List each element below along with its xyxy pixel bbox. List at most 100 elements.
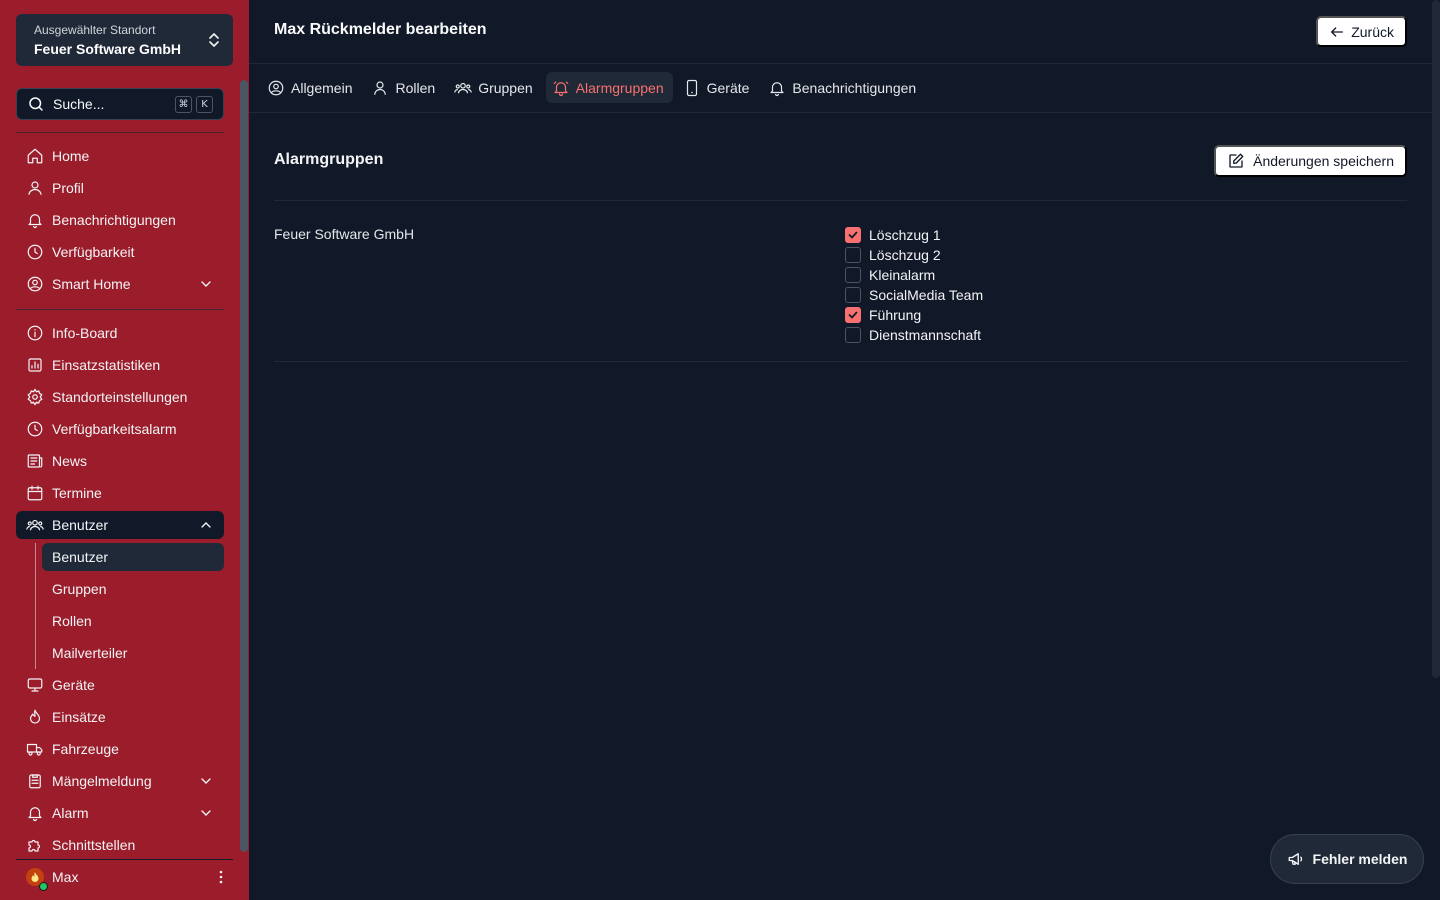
alarm-group-label: Kleinalarm: [869, 267, 936, 283]
megaphone-icon: [1288, 853, 1302, 865]
alarm-group-checkbox-row[interactable]: Kleinalarm: [845, 265, 983, 285]
truck-icon: [26, 743, 43, 756]
tab-general[interactable]: Allgemein: [261, 72, 361, 103]
sidebar-item-availability-alarm[interactable]: Verfügbarkeitsalarm: [16, 415, 224, 443]
checkbox-unchecked[interactable]: [845, 247, 861, 263]
sidebar-item-smart-home[interactable]: Smart Home: [16, 270, 224, 298]
sidebar-item-home[interactable]: Home: [16, 142, 224, 170]
tab-devices[interactable]: Geräte: [677, 72, 759, 103]
sidebar-item-label: Profil: [52, 180, 84, 196]
site-selector[interactable]: Ausgewählter Standort Feuer Software Gmb…: [16, 14, 233, 66]
clock-icon: [27, 244, 43, 260]
tab-label: Geräte: [706, 79, 750, 96]
users-group-icon: [454, 82, 473, 93]
sidebar-item-label: Fahrzeuge: [52, 741, 119, 757]
back-button-label: Zurück: [1351, 23, 1394, 40]
flame-logo-icon: [31, 871, 39, 882]
sidebar-item-label: Standorteinstellungen: [52, 389, 188, 405]
tab-groups[interactable]: Gruppen: [448, 72, 541, 103]
puzzle-icon: [28, 839, 41, 852]
sidebar-item-label: Benachrichtigungen: [52, 212, 176, 228]
gear-icon: [27, 388, 43, 406]
search-input[interactable]: Suche... ⌘ K: [16, 88, 224, 120]
sidebar-item-statistics[interactable]: Einsatzstatistiken: [16, 351, 224, 379]
sidebar-item-profile[interactable]: Profil: [16, 174, 224, 202]
alarm-group-checkbox-row[interactable]: Dienstmannschaft: [845, 325, 983, 345]
sidebar-item-label: Smart Home: [52, 276, 131, 292]
sidebar-item-info-board[interactable]: Info-Board: [16, 319, 224, 347]
sidebar-item-site-settings[interactable]: Standorteinstellungen: [16, 383, 224, 411]
sidebar-item-defects[interactable]: Mängelmeldung: [16, 767, 224, 795]
sidebar-item-events[interactable]: Termine: [16, 479, 224, 507]
alarm-group-label: Löschzug 2: [869, 247, 941, 263]
site-selector-value: Feuer Software GmbH: [34, 41, 182, 57]
sidebar-subitem-users[interactable]: Benutzer: [42, 543, 224, 571]
bell-icon: [28, 214, 42, 229]
sidebar-item-label: Verfügbarkeit: [52, 244, 135, 260]
main-content: Max Rückmelder bearbeiten Zurück Allgeme…: [249, 0, 1440, 900]
report-bug-button[interactable]: Fehler melden: [1270, 834, 1424, 884]
user-menu[interactable]: Max: [16, 859, 233, 893]
chevron-down-icon: [201, 810, 211, 816]
submenu-line: [35, 543, 36, 669]
sidebar-item-users[interactable]: Benutzer: [16, 511, 224, 539]
sidebar-item-news[interactable]: News: [16, 447, 224, 475]
bell-icon: [28, 807, 42, 822]
alarm-group-checkbox-row[interactable]: SocialMedia Team: [845, 285, 983, 305]
sidebar-item-label: Home: [52, 148, 90, 164]
chart-bar-icon: [28, 358, 42, 372]
sidebar-scrollbar[interactable]: [240, 80, 248, 852]
sidebar-subitem-groups[interactable]: Gruppen: [42, 575, 224, 603]
alarm-group-label: Dienstmannschaft: [869, 327, 982, 343]
sidebar-item-missions[interactable]: Einsätze: [16, 703, 224, 731]
chevron-down-icon: [201, 778, 211, 784]
alarm-group-checkbox-row[interactable]: Löschzug 2: [845, 245, 983, 265]
alarm-group-checkbox-row[interactable]: Führung: [845, 305, 983, 325]
sidebar-item-availability[interactable]: Verfügbarkeit: [16, 238, 224, 266]
sidebar-item-notifications[interactable]: Benachrichtigungen: [16, 206, 224, 234]
sidebar-subitem-roles[interactable]: Rollen: [42, 607, 224, 635]
sidebar-item-alarm[interactable]: Alarm: [16, 799, 224, 827]
main-scrollbar[interactable]: [1432, 0, 1440, 678]
tab-label: Rollen: [395, 79, 436, 96]
avatar: [26, 867, 48, 891]
chevron-up-icon: [201, 522, 211, 528]
checkbox-checked[interactable]: [845, 307, 861, 323]
calendar-icon: [27, 485, 43, 501]
sidebar-divider: [16, 132, 224, 133]
list-divider: [274, 361, 1407, 362]
sidebar-divider: [16, 309, 224, 310]
sidebar-item-interfaces[interactable]: Schnittstellen: [16, 831, 224, 858]
tab-label: Allgemein: [291, 79, 353, 96]
sidebar: Ausgewählter Standort Feuer Software Gmb…: [0, 0, 249, 900]
tab-roles[interactable]: Rollen: [365, 72, 444, 103]
shortcut-cmd-key: ⌘: [175, 95, 192, 113]
search-icon: [29, 97, 43, 111]
sidebar-item-label: Benutzer: [52, 517, 109, 533]
checkbox-unchecked[interactable]: [845, 327, 861, 343]
checkbox-checked[interactable]: [845, 227, 861, 243]
sidebar-subitem-mailing-list[interactable]: Mailverteiler: [42, 639, 224, 667]
check-icon: [848, 231, 858, 239]
back-button[interactable]: Zurück: [1316, 16, 1407, 47]
tab-notifications[interactable]: Benachrichtigungen: [762, 72, 925, 103]
site-selector-label: Ausgewählter Standort: [34, 23, 156, 37]
tab-label: Gruppen: [478, 79, 533, 96]
sidebar-item-vehicles[interactable]: Fahrzeuge: [16, 735, 224, 763]
checkbox-unchecked[interactable]: [845, 287, 861, 303]
shortcut-k-key: K: [196, 95, 213, 113]
alarm-group-label: Führung: [869, 307, 922, 323]
tab-alarm-groups[interactable]: Alarmgruppen: [545, 72, 673, 103]
sidebar-item-devices[interactable]: Geräte: [16, 671, 224, 699]
save-changes-button[interactable]: Änderungen speichern: [1214, 145, 1407, 177]
edit-icon: [1229, 153, 1244, 168]
checkbox-unchecked[interactable]: [845, 267, 861, 283]
sidebar-item-label: Geräte: [52, 677, 95, 693]
arrow-left-icon: [1331, 26, 1344, 37]
alarm-group-checkbox-row[interactable]: Löschzug 1: [845, 225, 983, 245]
sidebar-item-label: Schnittstellen: [52, 837, 136, 853]
sidebar-item-label: Verfügbarkeitsalarm: [52, 421, 177, 437]
more-vertical-icon[interactable]: [219, 870, 223, 884]
page-title: Max Rückmelder bearbeiten: [274, 21, 487, 38]
sidebar-item-label: Einsatzstatistiken: [52, 357, 161, 373]
